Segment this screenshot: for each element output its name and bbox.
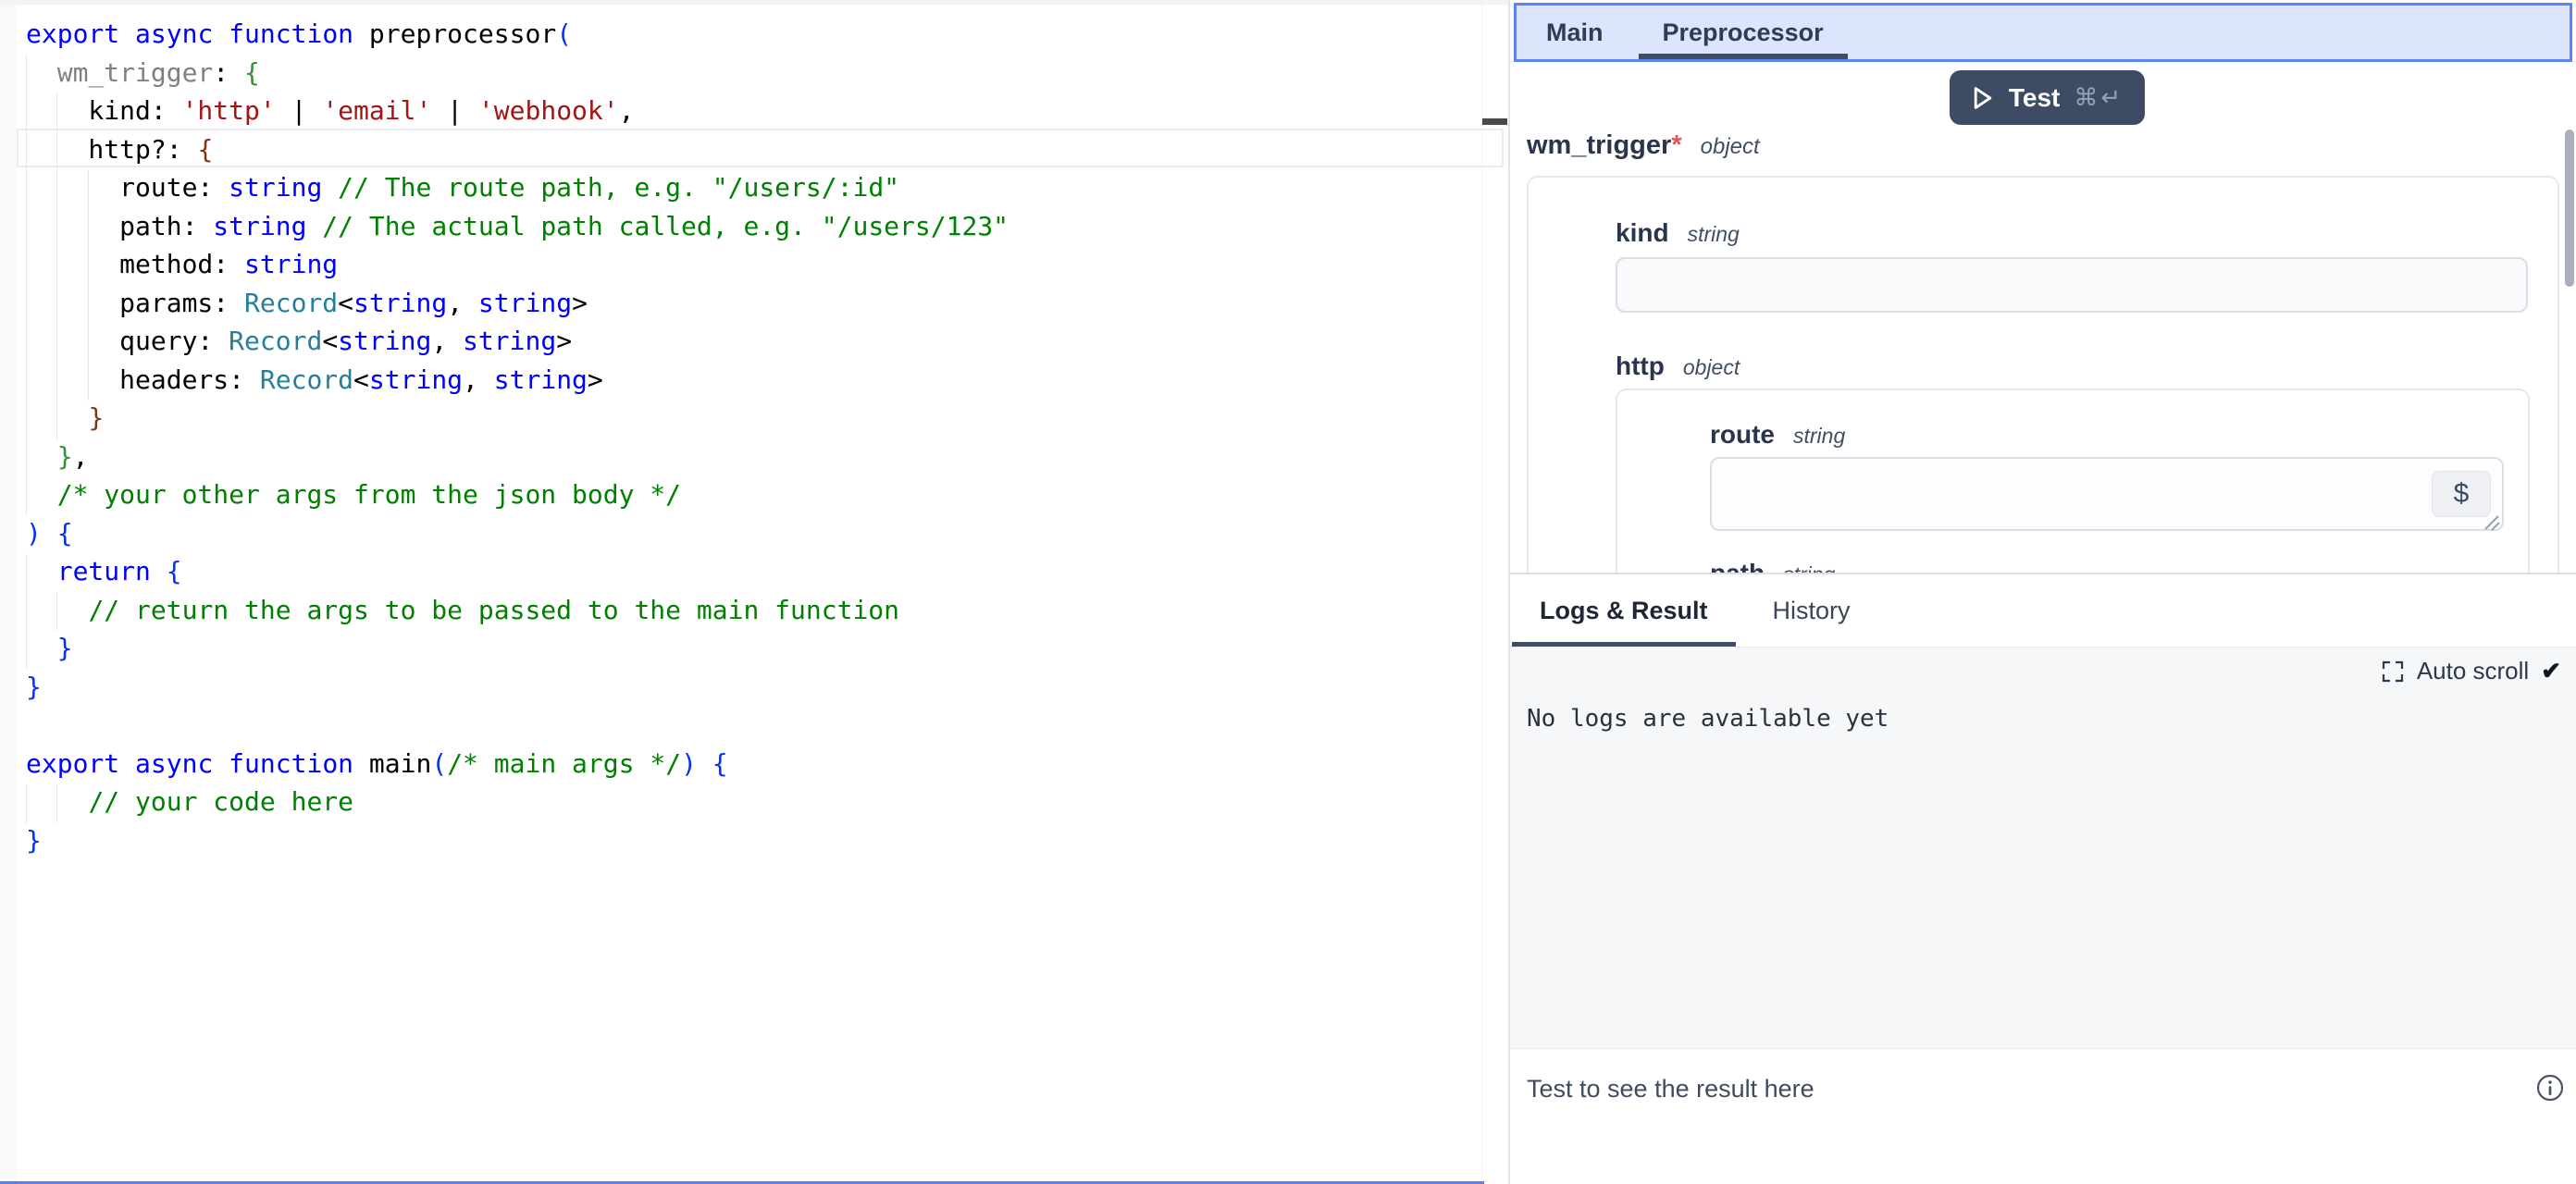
code-line: query: Record<string, string>	[26, 322, 1009, 361]
tab-history[interactable]: History	[1745, 574, 1878, 647]
panel-tab-bar: Main Preprocessor	[1514, 3, 2572, 62]
no-logs-message: No logs are available yet	[1527, 705, 1889, 733]
preprocessor-form-section: Main Preprocessor Test ⌘↵ wm_trigger* ob…	[1510, 0, 2576, 573]
test-panel: Main Preprocessor Test ⌘↵ wm_trigger* ob…	[1510, 0, 2576, 1184]
http-label-row: http object	[1616, 352, 1740, 381]
path-type: string	[1783, 562, 1835, 573]
code-line: ) {	[26, 514, 1009, 553]
route-label-row: route string	[1710, 420, 1845, 450]
test-button[interactable]: Test ⌘↵	[1950, 70, 2145, 125]
http-label: http	[1616, 352, 1665, 381]
code-line: params: Record<string, string>	[26, 284, 1009, 323]
auto-scroll-toggle[interactable]: Auto scroll ✔	[2381, 657, 2561, 685]
code-lines[interactable]: export async function preprocessor( wm_t…	[26, 15, 1009, 859]
insert-variable-button[interactable]: $	[2432, 471, 2491, 517]
code-line: }	[26, 668, 1009, 707]
windmill-script-editor: export async function preprocessor( wm_t…	[0, 0, 2576, 1184]
info-icon[interactable]	[2535, 1073, 2565, 1103]
code-line: export async function preprocessor(	[26, 15, 1009, 54]
code-line: http?: {	[26, 130, 1009, 169]
http-object-box: route string $ path string	[1616, 388, 2530, 573]
code-line: route: string // The route path, e.g. "/…	[26, 168, 1009, 207]
tab-preprocessor[interactable]: Preprocessor	[1639, 6, 1848, 59]
code-line: }	[26, 399, 1009, 438]
code-line: export async function main(/* main args …	[26, 745, 1009, 783]
editor-gutter	[0, 5, 17, 1184]
code-line: path: string // The actual path called, …	[26, 207, 1009, 246]
code-line: wm_trigger: {	[26, 54, 1009, 92]
kind-type: string	[1688, 222, 1740, 247]
overview-ruler-mark	[1482, 118, 1507, 125]
path-label: path	[1710, 559, 1765, 573]
tab-main[interactable]: Main	[1522, 6, 1628, 59]
code-line: }	[26, 629, 1009, 668]
wm-trigger-label-row: wm_trigger* object	[1527, 130, 1760, 161]
test-button-label: Test	[2009, 83, 2061, 113]
route-label: route	[1710, 420, 1775, 450]
kind-label: kind	[1616, 218, 1669, 248]
auto-scroll-label: Auto scroll	[2417, 657, 2529, 685]
result-placeholder: Test to see the result here	[1527, 1075, 1814, 1104]
code-line: // return the args to be passed to the m…	[26, 591, 1009, 630]
code-line: /* your other args from the json body */	[26, 475, 1009, 514]
editor-right-edge	[1481, 0, 1482, 1184]
tab-logs-result[interactable]: Logs & Result	[1512, 574, 1736, 647]
code-line: },	[26, 438, 1009, 476]
resize-grip-icon[interactable]	[2482, 512, 2500, 531]
route-input[interactable]: $	[1710, 457, 2504, 531]
auto-scroll-check-icon: ✔	[2541, 657, 2561, 685]
required-mark: *	[1671, 130, 1681, 160]
kind-label-row: kind string	[1616, 218, 1740, 248]
code-line	[26, 706, 1009, 745]
wm-trigger-label: wm_trigger*	[1527, 130, 1682, 161]
http-type: object	[1683, 355, 1740, 380]
expand-icon	[2381, 660, 2405, 684]
wm-trigger-object-box: kind string http object route string	[1527, 176, 2559, 573]
result-area: Test to see the result here	[1510, 1048, 2576, 1184]
code-line: kind: 'http' | 'email' | 'webhook',	[26, 92, 1009, 130]
code-line: headers: Record<string, string>	[26, 361, 1009, 400]
code-editor[interactable]: export async function preprocessor( wm_t…	[0, 0, 1508, 1184]
logs-area: Auto scroll ✔ No logs are available yet	[1510, 648, 2576, 1048]
code-line: }	[26, 821, 1009, 860]
panel-scrollbar-thumb[interactable]	[2565, 130, 2574, 287]
wm-trigger-type: object	[1701, 134, 1760, 160]
code-line: return {	[26, 552, 1009, 591]
editor-top-strip	[0, 0, 1508, 5]
test-button-shortcut: ⌘↵	[2074, 83, 2124, 112]
code-line: // your code here	[26, 783, 1009, 821]
logs-tab-bar: Logs & Result History	[1510, 574, 2576, 648]
code-line: method: string	[26, 245, 1009, 284]
path-label-row: path string	[1710, 559, 1835, 573]
play-icon	[1971, 84, 1995, 112]
route-type: string	[1793, 424, 1845, 449]
kind-input[interactable]	[1616, 257, 2528, 313]
